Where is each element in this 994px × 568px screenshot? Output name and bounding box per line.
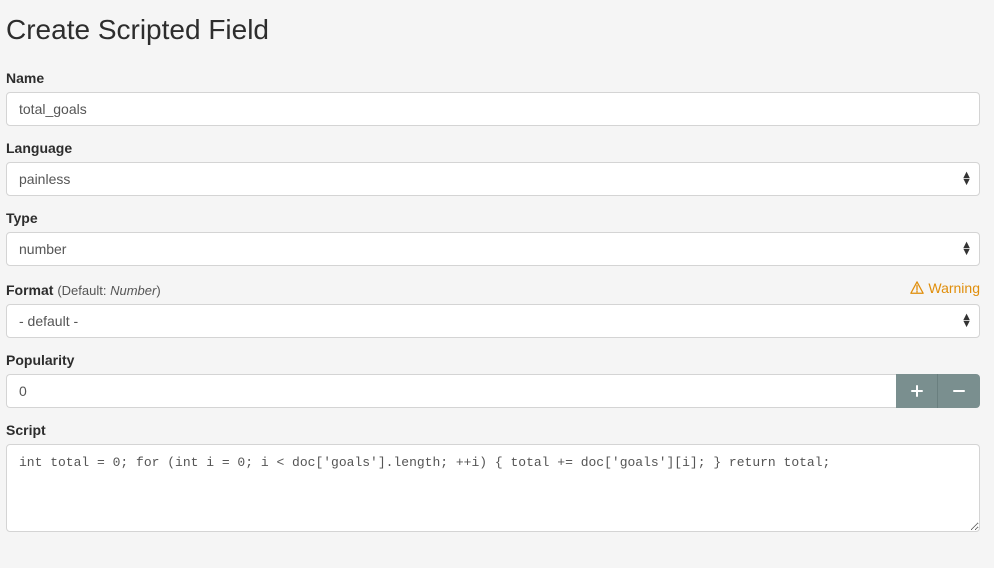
type-label: Type (6, 210, 38, 226)
script-group: Script (0, 422, 986, 537)
popularity-decrement-button[interactable] (938, 374, 980, 408)
popularity-increment-button[interactable] (896, 374, 938, 408)
popularity-input[interactable] (6, 374, 896, 408)
format-warning-text: Warning (928, 280, 980, 296)
format-label-suffix: (Default: Number) (57, 283, 160, 298)
page-title: Create Scripted Field (6, 14, 986, 46)
name-group: Name (0, 70, 986, 126)
plus-icon (911, 385, 923, 397)
type-group: Type number ▲▼ (0, 210, 986, 266)
popularity-stepper (6, 374, 980, 408)
script-textarea[interactable] (6, 444, 980, 532)
script-label: Script (6, 422, 46, 438)
format-group: Format (Default: Number) Warning - defau… (0, 280, 986, 338)
format-label-text: Format (6, 282, 53, 298)
format-label: Format (Default: Number) (6, 282, 161, 298)
type-select[interactable]: number (6, 232, 980, 266)
name-input[interactable] (6, 92, 980, 126)
language-group: Language painless ▲▼ (0, 140, 986, 196)
popularity-label: Popularity (6, 352, 74, 368)
language-select[interactable]: painless (6, 162, 980, 196)
warning-icon (910, 281, 924, 295)
name-label: Name (6, 70, 44, 86)
language-label: Language (6, 140, 72, 156)
popularity-group: Popularity (0, 352, 986, 408)
minus-icon (953, 385, 965, 397)
format-warning[interactable]: Warning (910, 280, 980, 296)
format-select[interactable]: - default - (6, 304, 980, 338)
